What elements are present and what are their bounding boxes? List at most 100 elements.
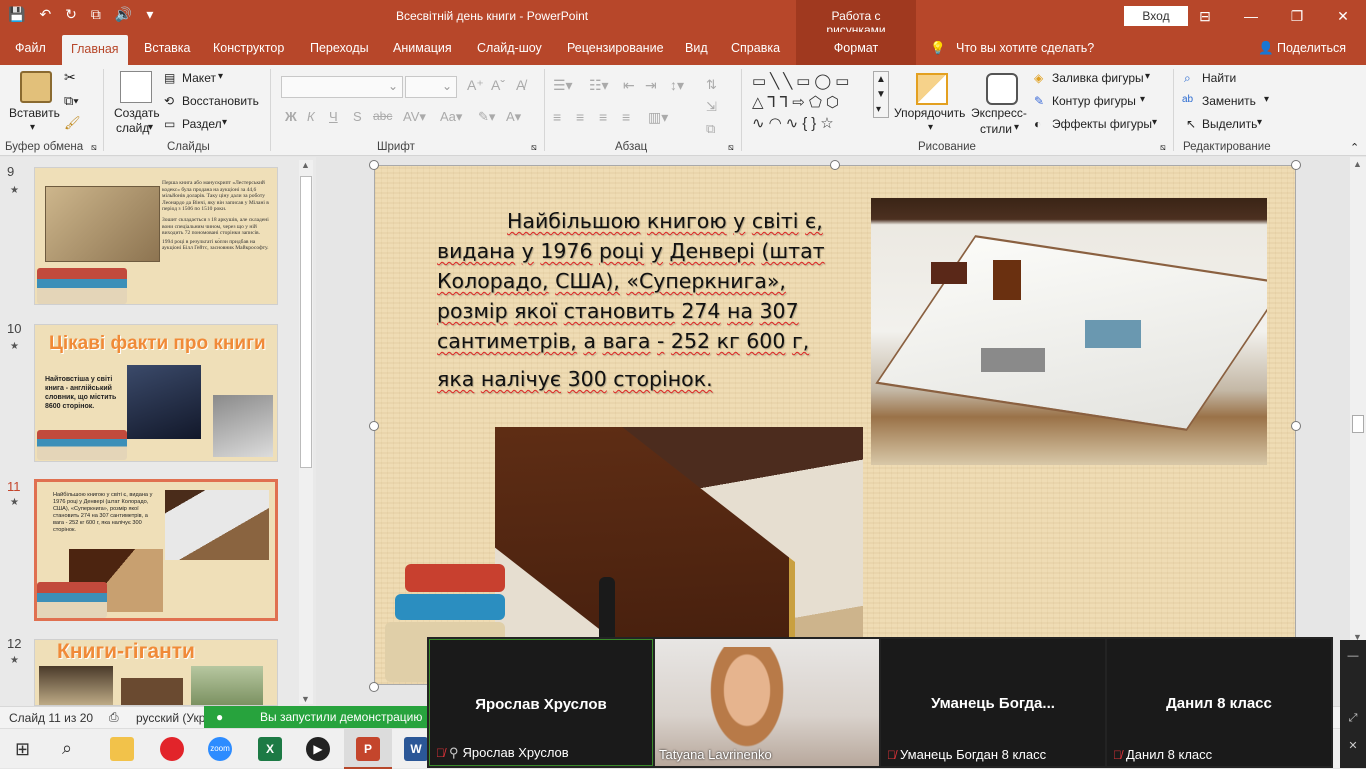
- paste-icon[interactable]: [20, 71, 52, 103]
- ribbon-display-icon[interactable]: ⊟: [1182, 0, 1228, 32]
- resize-handle[interactable]: [369, 160, 379, 170]
- find-button[interactable]: Найти: [1202, 71, 1236, 85]
- numbering-icon[interactable]: ☷▾: [589, 77, 609, 94]
- tab-view[interactable]: Вид: [685, 32, 708, 65]
- increase-font-icon[interactable]: A⁺: [467, 77, 484, 94]
- decrease-font-icon[interactable]: Aˇ: [491, 77, 505, 93]
- opera-icon[interactable]: [160, 737, 184, 761]
- bullets-icon[interactable]: ☰▾: [553, 77, 573, 94]
- thumbnail-scrollbar[interactable]: ▲ ▼: [299, 160, 313, 704]
- participant-tile[interactable]: Уманець Богда... 🎙̸ Уманець Богдан 8 клас…: [881, 639, 1105, 766]
- tab-home[interactable]: Главная: [62, 35, 128, 65]
- redo-icon[interactable]: ↻: [65, 6, 77, 23]
- select-dropdown-icon[interactable]: ▾: [1257, 117, 1262, 128]
- current-slide[interactable]: Найбільшою книгою у світі є, видана у 19…: [374, 165, 1296, 687]
- font-size-dropdown[interactable]: ⌄: [405, 76, 457, 98]
- layout-dropdown-icon[interactable]: ▾: [218, 71, 223, 82]
- align-text-icon[interactable]: ⇲: [706, 99, 717, 115]
- shape-fill-dropdown-icon[interactable]: ▾: [1145, 71, 1150, 82]
- search-icon[interactable]: ⌕: [62, 738, 72, 759]
- tab-help[interactable]: Справка: [731, 32, 780, 65]
- arrange-button[interactable]: Упорядочить: [894, 106, 965, 120]
- resize-handle[interactable]: [369, 682, 379, 692]
- shadow-button[interactable]: S: [353, 109, 362, 124]
- slide-thumbnail-10[interactable]: Цікаві факти про книги Найтовстіша у сві…: [34, 324, 278, 462]
- quick-styles-label-1[interactable]: Экспресс-: [971, 106, 1027, 120]
- participant-tile[interactable]: Данил 8 класс 🎙̸ Данил 8 класс: [1107, 639, 1331, 766]
- tab-transitions[interactable]: Переходы: [310, 32, 369, 65]
- italic-button[interactable]: К: [307, 109, 315, 124]
- align-center-icon[interactable]: ≡: [576, 109, 584, 125]
- new-slide-dropdown-icon[interactable]: ▾: [148, 122, 153, 133]
- increase-indent-icon[interactable]: ⇥: [645, 77, 657, 94]
- file-explorer-icon[interactable]: [110, 737, 134, 761]
- quick-styles-dropdown-icon[interactable]: ▾: [1014, 122, 1019, 133]
- excel-icon[interactable]: X: [258, 737, 282, 761]
- customize-qa-icon[interactable]: ▾: [146, 6, 153, 23]
- collapse-ribbon-icon[interactable]: ⌃: [1350, 141, 1359, 154]
- scroll-up-icon[interactable]: ▲: [1353, 159, 1362, 169]
- tab-animations[interactable]: Анимация: [393, 32, 452, 65]
- spellcheck-icon[interactable]: ⎙: [109, 710, 119, 725]
- paragraph-launcher-icon[interactable]: ⧅: [728, 142, 734, 153]
- shape-outline-button[interactable]: Контур фигуры: [1052, 94, 1136, 108]
- bold-button[interactable]: Ж: [285, 109, 297, 124]
- tell-me-search[interactable]: Что вы хотите сделать?: [956, 32, 1094, 65]
- line-spacing-icon[interactable]: ↕▾: [670, 77, 684, 94]
- clipboard-launcher-icon[interactable]: ⧅: [91, 142, 97, 153]
- replace-button[interactable]: Заменить: [1202, 94, 1256, 108]
- powerpoint-icon[interactable]: P: [356, 737, 380, 761]
- slide-text-box[interactable]: Найбільшою книгою у світі є, видана у 19…: [437, 206, 837, 394]
- undo-icon[interactable]: ↶: [39, 6, 51, 23]
- participant-tile[interactable]: Ярослав Хруслов 🎙̸ ⚲ Ярослав Хруслов: [429, 639, 653, 766]
- format-painter-icon[interactable]: 🖌: [64, 115, 81, 131]
- smartart-icon[interactable]: ⧉: [706, 121, 715, 137]
- shape-outline-dropdown-icon[interactable]: ▾: [1140, 94, 1145, 105]
- section-dropdown-icon[interactable]: ▾: [222, 117, 227, 128]
- thumbnail-scroll-thumb[interactable]: [300, 176, 312, 468]
- save-icon[interactable]: 💾: [8, 6, 25, 23]
- slide-thumbnail-12[interactable]: Книги-гіганти: [34, 639, 278, 706]
- new-slide-label-1[interactable]: Создать: [114, 106, 160, 120]
- word-icon[interactable]: W: [404, 737, 428, 761]
- replace-dropdown-icon[interactable]: ▾: [1264, 94, 1269, 105]
- slide-thumbnail-11[interactable]: Найбільшою книгою у світі є, видана у 19…: [34, 479, 278, 621]
- cut-icon[interactable]: ✂: [64, 69, 76, 86]
- tab-file[interactable]: Файл: [15, 32, 46, 65]
- screen-share-notice[interactable]: ● Вы запустили демонстрацию: [204, 706, 430, 728]
- slide-scroll-thumb[interactable]: [1352, 415, 1364, 433]
- paste-dropdown-icon[interactable]: ▾: [30, 122, 35, 133]
- align-right-icon[interactable]: ≡: [599, 109, 607, 125]
- decrease-indent-icon[interactable]: ⇤: [623, 77, 635, 94]
- justify-icon[interactable]: ≡: [622, 109, 630, 125]
- drawing-launcher-icon[interactable]: ⧅: [1160, 142, 1166, 153]
- font-name-dropdown[interactable]: ⌄: [281, 76, 403, 98]
- tab-slideshow[interactable]: Слайд-шоу: [477, 32, 542, 65]
- scroll-up-icon[interactable]: ▲: [301, 160, 310, 170]
- close-strip-icon[interactable]: ✕: [1340, 739, 1366, 752]
- quick-styles-label-2[interactable]: стили: [980, 122, 1012, 136]
- shape-effects-dropdown-icon[interactable]: ▾: [1152, 117, 1157, 128]
- resize-handle[interactable]: [1291, 421, 1301, 431]
- restore-button[interactable]: ❐: [1274, 0, 1320, 32]
- audio-icon[interactable]: 🔊: [115, 6, 132, 23]
- tab-design[interactable]: Конструктор: [213, 32, 284, 65]
- highlight-icon[interactable]: ✎▾: [478, 109, 495, 125]
- new-slide-label-2[interactable]: слайд: [116, 121, 149, 135]
- participant-tile-video[interactable]: Tatyana Lavrinenko: [655, 639, 879, 766]
- media-player-icon[interactable]: ▶: [306, 737, 330, 761]
- sign-in-button[interactable]: Вход: [1124, 6, 1188, 26]
- close-button[interactable]: ✕: [1320, 0, 1366, 32]
- font-launcher-icon[interactable]: ⧅: [531, 142, 537, 153]
- minimize-button[interactable]: —: [1228, 0, 1274, 32]
- tab-review[interactable]: Рецензирование: [567, 32, 664, 65]
- text-direction-icon[interactable]: ⇅: [706, 77, 717, 93]
- tab-insert[interactable]: Вставка: [144, 32, 190, 65]
- expand-strip-icon[interactable]: ⤢: [1340, 712, 1366, 725]
- tab-format[interactable]: Формат: [796, 32, 916, 65]
- new-slide-icon[interactable]: [120, 71, 152, 103]
- windows-start-icon[interactable]: ⊞: [15, 739, 30, 760]
- superbook-photo-1[interactable]: [871, 198, 1267, 465]
- collapse-strip-icon[interactable]: —: [1340, 650, 1366, 662]
- scroll-down-icon[interactable]: ▼: [301, 694, 310, 704]
